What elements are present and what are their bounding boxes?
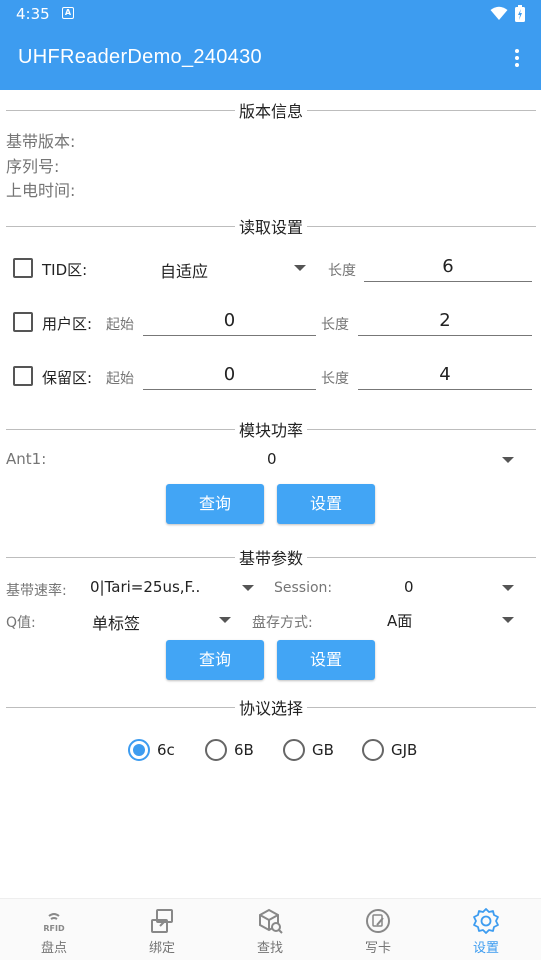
protocol-option-6c[interactable]: 6c <box>126 738 186 762</box>
power-on-time-label: 上电时间: <box>6 181 76 200</box>
baseband-section-header: 基带参数 <box>6 537 536 568</box>
notification-icon: A <box>62 7 74 19</box>
session-dropdown[interactable]: 0 <box>396 574 526 602</box>
ant1-power-dropdown[interactable]: 0 <box>260 446 526 474</box>
chevron-down-icon <box>242 585 254 591</box>
tid-length-label: 长度 <box>328 263 356 279</box>
user-start-input[interactable]: 0 <box>143 306 316 336</box>
tid-mode-dropdown[interactable]: 自适应 <box>150 252 310 284</box>
nav-label-bind: 绑定 <box>148 941 175 956</box>
nav-item-find[interactable]: 查找 <box>216 899 324 960</box>
radio-selected-icon <box>128 739 150 761</box>
reserve-start-label: 起始 <box>106 371 134 387</box>
reserve-length-input[interactable]: 4 <box>358 360 532 390</box>
user-length-input[interactable]: 2 <box>358 306 532 336</box>
version-header-label: 版本信息 <box>234 102 307 121</box>
app-bar: UHFReaderDemo_240430 <box>0 28 541 90</box>
rfid-icon: RFID <box>43 913 65 933</box>
baseband-query-button[interactable]: 查询 <box>166 640 264 680</box>
baseband-rate-dropdown[interactable]: 0|Tari=25us,F.. <box>84 574 256 602</box>
radio-unselected-icon <box>362 739 384 761</box>
ant1-power-value: 0 <box>267 450 277 468</box>
nav-label-inventory: 盘点 <box>40 941 67 956</box>
inventory-mode-dropdown[interactable]: A面 <box>380 606 526 634</box>
baseband-set-button[interactable]: 设置 <box>277 640 375 680</box>
protocol-option-6b[interactable]: 6B <box>203 738 263 762</box>
read-header-label: 读取设置 <box>234 218 307 237</box>
nav-item-inventory[interactable]: RFID 盘点 <box>0 899 108 960</box>
user-length-label: 长度 <box>321 317 349 333</box>
session-label: Session: <box>274 580 333 596</box>
session-value: 0 <box>404 578 414 596</box>
more-options-icon[interactable] <box>505 46 529 72</box>
serial-number-label: 序列号: <box>6 157 60 176</box>
user-area-label: 用户区: <box>42 315 93 333</box>
power-section-header: 模块功率 <box>6 409 536 440</box>
protocol-label-gb: GB <box>312 741 334 759</box>
app-title: UHFReaderDemo_240430 <box>18 46 262 68</box>
read-section-header: 读取设置 <box>6 206 536 237</box>
radio-unselected-icon <box>283 739 305 761</box>
protocol-option-gb[interactable]: GB <box>281 738 341 762</box>
nav-label-find: 查找 <box>256 941 283 956</box>
power-header-label: 模块功率 <box>234 421 307 440</box>
protocol-section-header: 协议选择 <box>6 687 536 718</box>
baseband-header-label: 基带参数 <box>234 549 307 568</box>
user-area-checkbox[interactable] <box>13 312 33 332</box>
bottom-navigation: RFID 盘点 绑定 查找 写卡 设置 <box>0 898 541 960</box>
reserve-start-input[interactable]: 0 <box>143 360 316 390</box>
chevron-down-icon <box>502 585 514 591</box>
chevron-down-icon <box>294 265 306 271</box>
nav-item-settings[interactable]: 设置 <box>432 899 540 960</box>
settings-gear-icon <box>473 908 499 934</box>
protocol-option-gjb[interactable]: GJB <box>360 738 430 762</box>
protocol-label-6b: 6B <box>234 741 254 759</box>
q-value-dropdown[interactable]: 单标签 <box>84 606 238 634</box>
tid-label: TID区: <box>42 261 88 279</box>
wifi-icon <box>490 6 508 20</box>
reserve-area-checkbox[interactable] <box>13 366 33 386</box>
power-query-button[interactable]: 查询 <box>166 484 264 524</box>
protocol-label-6c: 6c <box>157 741 175 759</box>
tid-length-input[interactable]: 6 <box>364 252 532 282</box>
reserve-area-label: 保留区: <box>42 369 93 387</box>
nav-label-write: 写卡 <box>364 941 391 956</box>
baseband-rate-label: 基带速率: <box>6 583 67 599</box>
find-icon <box>259 908 283 934</box>
status-bar: 4:35 A <box>0 0 541 28</box>
nav-label-settings: 设置 <box>472 941 499 956</box>
rfid-text: RFID <box>43 924 65 933</box>
inventory-mode-label: 盘存方式: <box>252 615 313 631</box>
protocol-label-gjb: GJB <box>391 741 418 759</box>
chevron-down-icon <box>502 617 514 623</box>
chevron-down-icon <box>219 617 231 623</box>
power-set-button[interactable]: 设置 <box>277 484 375 524</box>
q-value-value: 单标签 <box>92 614 141 633</box>
version-section-header: 版本信息 <box>6 90 536 121</box>
bind-icon <box>151 909 173 933</box>
baseband-version-label: 基带版本: <box>6 132 76 151</box>
nav-item-bind[interactable]: 绑定 <box>108 899 216 960</box>
battery-icon <box>515 5 525 22</box>
tid-checkbox[interactable] <box>13 258 33 278</box>
inventory-mode-value: A面 <box>387 612 413 630</box>
chevron-down-icon <box>502 457 514 463</box>
nav-item-write[interactable]: 写卡 <box>324 899 432 960</box>
radio-unselected-icon <box>205 739 227 761</box>
protocol-header-label: 协议选择 <box>234 699 307 718</box>
user-start-label: 起始 <box>106 317 134 333</box>
tid-mode-value: 自适应 <box>160 262 209 281</box>
baseband-rate-value: 0|Tari=25us,F.. <box>90 578 201 596</box>
write-icon <box>366 909 390 933</box>
q-value-label: Q值: <box>6 615 36 631</box>
status-time: 4:35 <box>16 5 50 23</box>
ant1-label: Ant1: <box>6 450 47 468</box>
reserve-length-label: 长度 <box>321 371 349 387</box>
